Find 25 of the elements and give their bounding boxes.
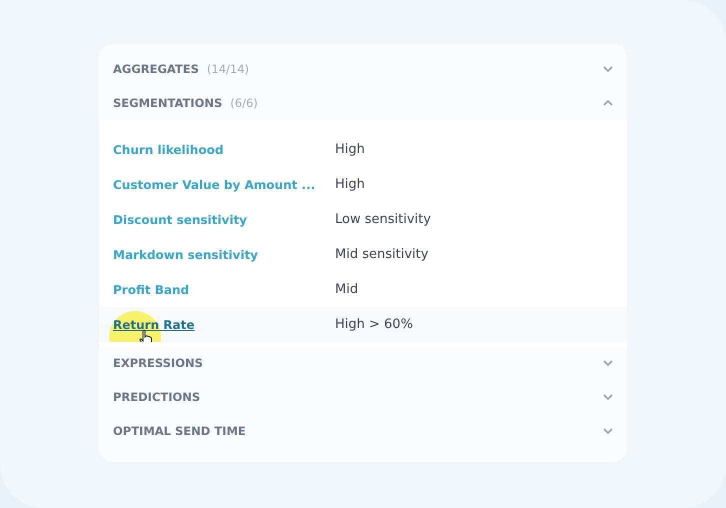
chevron-down-icon[interactable] [603, 66, 613, 72]
attribute-link[interactable]: Customer Value by Amount ... [113, 178, 335, 192]
attribute-link[interactable]: Markdown sensitivity [113, 248, 335, 262]
chevron-down-icon[interactable] [603, 360, 613, 366]
hand-cursor-icon [139, 329, 153, 342]
section-title[interactable]: EXPRESSIONS [113, 356, 203, 370]
section-count: (14/14) [206, 62, 250, 76]
section-title[interactable]: SEGMENTATIONS [113, 96, 222, 110]
attribute-link[interactable]: Discount sensitivity [113, 212, 335, 226]
attribute-link[interactable]: Profit Band [113, 282, 335, 296]
attribute-value: Mid [335, 282, 358, 297]
section-title[interactable]: PREDICTIONS [113, 390, 200, 404]
attribute-value: Mid sensitivity [335, 247, 428, 262]
chevron-up-icon[interactable] [603, 100, 613, 106]
attribute-value: High [335, 142, 365, 157]
attribute-value: High > 60% [335, 317, 413, 332]
section-count: (6/6) [230, 96, 258, 110]
chevron-down-icon[interactable] [603, 394, 613, 400]
attribute-value: Low sensitivity [335, 212, 431, 227]
attribute-value: High [335, 177, 365, 192]
attribute-link[interactable]: Churn likelihood [113, 142, 335, 156]
section-title[interactable]: OPTIMAL SEND TIME [113, 424, 246, 438]
section-title[interactable]: AGGREGATES [113, 62, 199, 76]
attribute-link[interactable]: Return Rate [113, 318, 335, 332]
chevron-down-icon[interactable] [603, 428, 613, 434]
